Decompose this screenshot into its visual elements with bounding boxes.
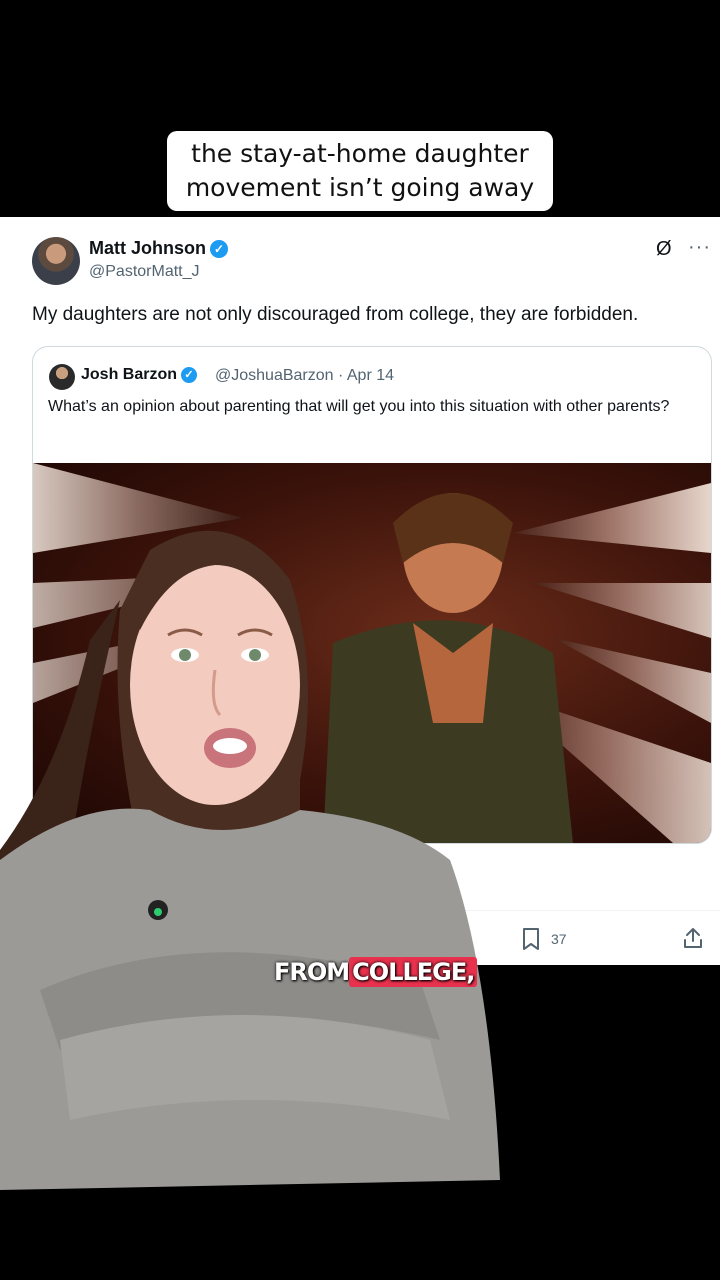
bookmark-icon[interactable] xyxy=(520,927,542,951)
quote-author-name-row[interactable]: Josh Barzon ✓ xyxy=(81,366,198,384)
subtitle-word-highlighted: COLLEGE, xyxy=(349,957,478,987)
share-icon[interactable] xyxy=(681,926,705,950)
author-handle[interactable]: @PastorMatt_J xyxy=(89,263,200,281)
author-name-row[interactable]: Matt Johnson ✓ xyxy=(89,238,228,259)
caption-line-1: the stay-at-home daughter xyxy=(191,139,529,168)
tweet-text: My daughters are not only discouraged fr… xyxy=(32,304,639,325)
subtitle-word-1: FROM xyxy=(274,958,350,986)
quote-verified-badge-icon: ✓ xyxy=(181,366,198,383)
author-avatar[interactable] xyxy=(32,237,80,285)
quote-author-name[interactable]: Josh Barzon xyxy=(81,366,177,383)
bookmark-count: 37 xyxy=(551,931,567,947)
grok-icon[interactable]: Ø xyxy=(656,238,678,260)
quote-text: What’s an opinion about parenting that w… xyxy=(48,398,670,415)
spoken-subtitle: FROM COLLEGE, xyxy=(274,957,478,987)
more-options-icon[interactable]: ··· xyxy=(688,236,711,259)
author-name[interactable]: Matt Johnson xyxy=(89,238,206,258)
verified-badge-icon: ✓ xyxy=(210,240,228,259)
caption-line-2: movement isn’t going away xyxy=(185,173,535,202)
video-caption: the stay-at-home daughter movement isn’t… xyxy=(167,131,553,211)
presenter-cutout xyxy=(0,530,500,1190)
quote-author-avatar[interactable] xyxy=(49,364,75,390)
quote-handle-date: @JoshuaBarzon · Apr 14 xyxy=(215,367,395,384)
